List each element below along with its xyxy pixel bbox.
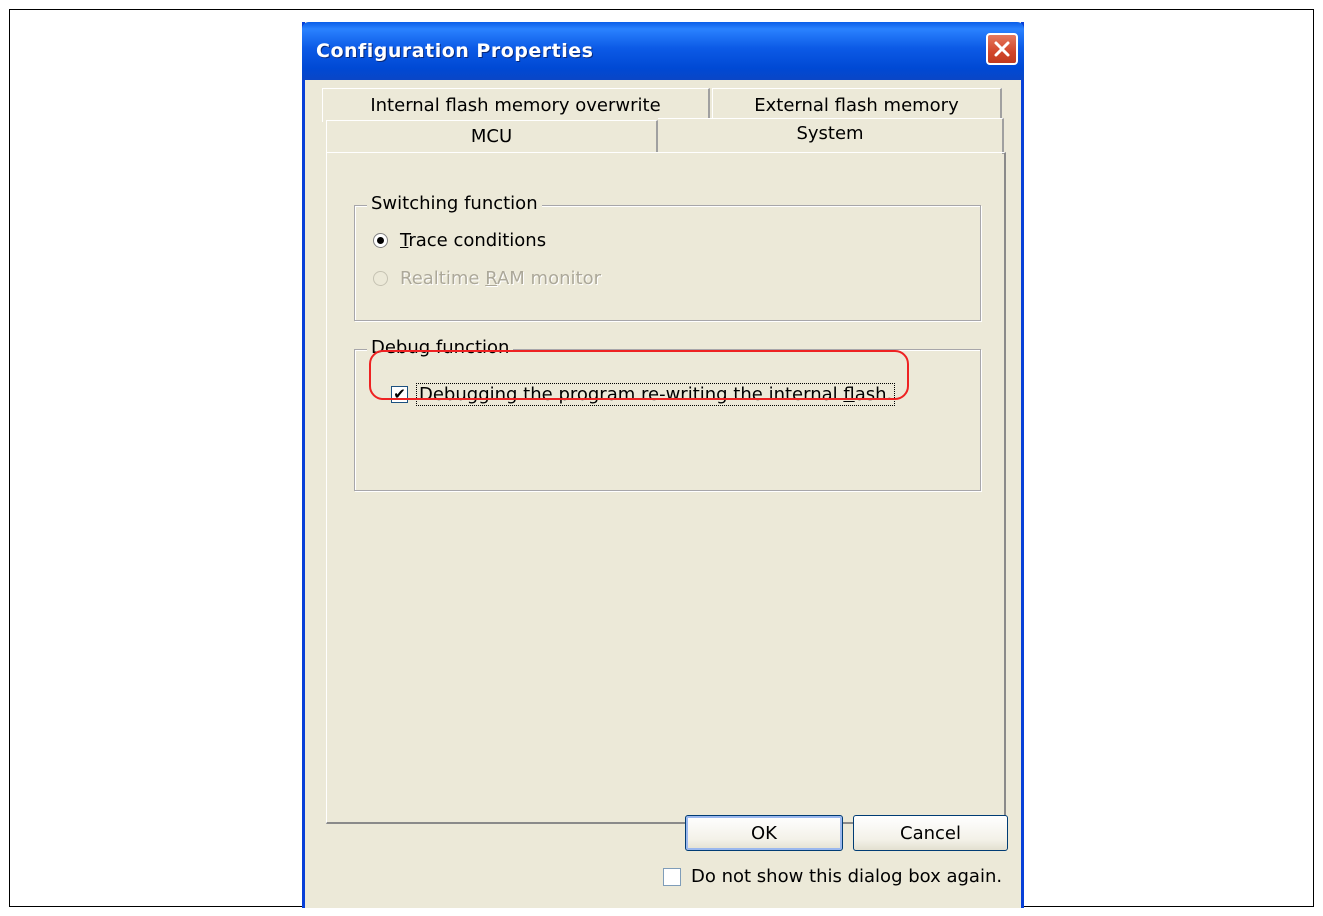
radio-unselected-icon [373, 271, 388, 286]
dont-show-again-checkbox-row[interactable]: Do not show this dialog box again. [663, 866, 1002, 887]
cancel-button[interactable]: Cancel [853, 815, 1008, 851]
tab-mcu[interactable]: MCU [326, 120, 658, 152]
tab-system[interactable]: System [658, 118, 1004, 154]
radio-trace-conditions[interactable]: Trace conditions [373, 230, 546, 251]
switching-function-legend: Switching function [367, 193, 542, 214]
configuration-dialog: Configuration Properties Internal flash … [302, 22, 1024, 908]
title-bar[interactable]: Configuration Properties [302, 22, 1024, 80]
ok-button[interactable]: OK [685, 815, 843, 851]
switching-function-group: Switching function Trace conditions Real… [354, 193, 981, 321]
radio-realtime-ram-monitor: Realtime RAM monitor [373, 268, 601, 289]
dialog-title: Configuration Properties [316, 40, 594, 62]
tab-panel-system: Switching function Trace conditions Real… [326, 152, 1006, 824]
checkbox-unchecked-icon[interactable] [663, 867, 681, 886]
highlight-annotation [369, 350, 909, 400]
radio-label-trace: Trace conditions [400, 230, 547, 251]
tab-internal-flash-overwrite[interactable]: Internal flash memory overwrite [322, 88, 710, 122]
close-icon [994, 41, 1010, 57]
radio-selected-icon[interactable] [373, 233, 388, 248]
dont-show-again-label: Do not show this dialog box again. [691, 866, 1003, 887]
radio-label-realtime: Realtime RAM monitor [400, 268, 601, 289]
close-button[interactable] [986, 33, 1018, 65]
tab-external-flash-memory[interactable]: External flash memory [712, 88, 1002, 122]
